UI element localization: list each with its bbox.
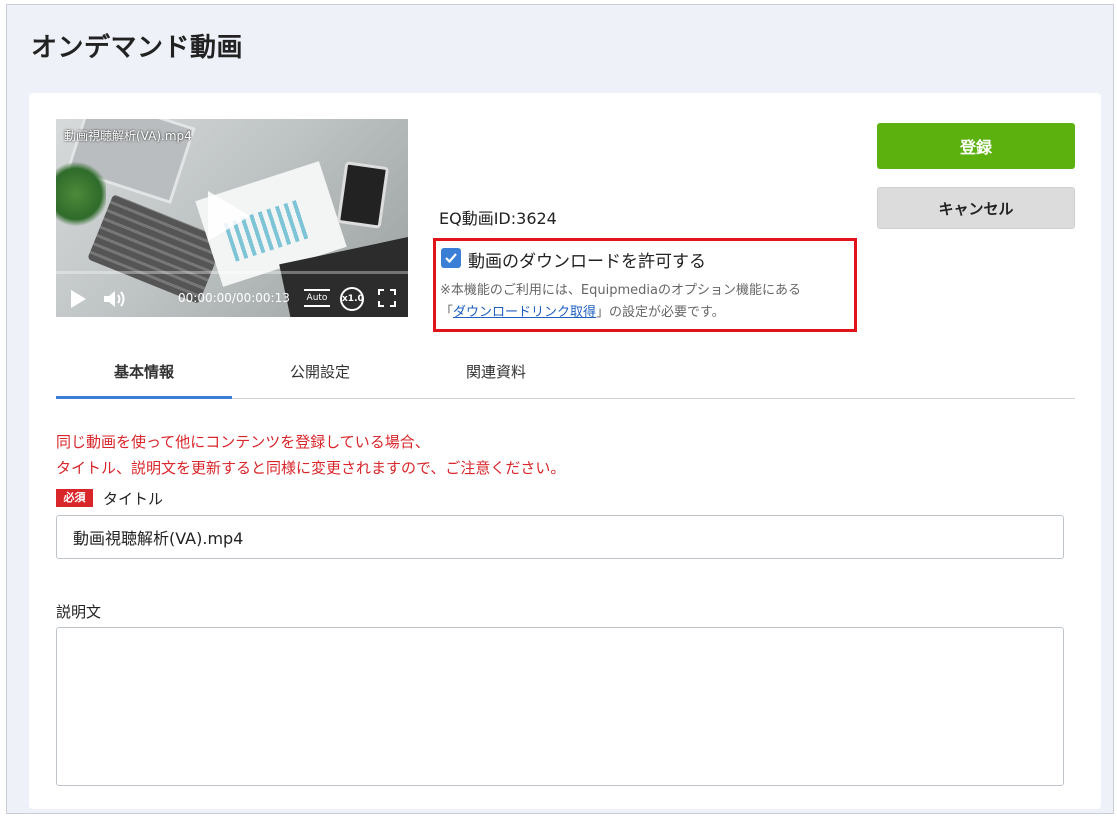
download-checkbox[interactable] xyxy=(441,248,461,268)
download-note-line2: 「ダウンロードリンク取得」の設定が必要です。 xyxy=(440,301,725,320)
register-button[interactable]: 登録 xyxy=(877,123,1075,169)
video-progress-bar[interactable] xyxy=(56,271,408,274)
video-time-display: 00:00:00/00:00:13 xyxy=(178,291,290,305)
tab-publish-settings[interactable]: 公開設定 xyxy=(232,355,408,399)
play-icon[interactable] xyxy=(71,290,86,308)
big-play-icon[interactable] xyxy=(208,191,250,241)
tab-bar: 基本情報 公開設定 関連資料 xyxy=(56,355,1075,399)
download-note-suffix: 」の設定が必要です。 xyxy=(596,305,725,320)
download-note-prefix: 「 xyxy=(440,305,454,320)
volume-icon[interactable] xyxy=(102,289,128,309)
download-checkbox-label[interactable]: 動画のダウンロードを許可する xyxy=(468,247,706,272)
download-link-setting-link[interactable]: ダウンロードリンク取得 xyxy=(453,305,596,320)
quality-icon[interactable]: Auto xyxy=(304,289,330,307)
video-file-name: 動画視聴解析(VA).mp4 xyxy=(64,129,192,143)
thumbnail-plant xyxy=(56,159,106,229)
required-badge: 必須 xyxy=(56,489,93,507)
video-controls: 00:00:00/00:00:13 Auto x1.0 xyxy=(56,279,408,317)
speed-icon[interactable]: x1.0 xyxy=(340,287,364,311)
fullscreen-icon[interactable] xyxy=(378,289,396,307)
thumbnail-phone xyxy=(336,161,390,229)
title-input[interactable] xyxy=(56,515,1064,559)
check-icon xyxy=(445,253,457,264)
page-frame: オンデマンド動画 動画視聴解析(VA).mp4 00:00:00/00:00:1… xyxy=(6,4,1114,814)
page-title: オンデマンド動画 xyxy=(31,33,244,63)
title-label: タイトル xyxy=(103,490,164,508)
description-label: 説明文 xyxy=(56,603,102,621)
content-card: 動画視聴解析(VA).mp4 00:00:00/00:00:13 Auto x1… xyxy=(29,93,1101,809)
description-textarea[interactable] xyxy=(56,627,1064,786)
warning-line-1: 同じ動画を使って他にコンテンツを登録している場合、 xyxy=(56,433,430,451)
download-note-line1: ※本機能のご利用には、Equipmediaのオプション機能にある xyxy=(440,283,801,298)
tab-basic-info[interactable]: 基本情報 xyxy=(56,355,232,399)
warning-line-2: タイトル、説明文を更新すると同様に変更されますので、ご注意ください。 xyxy=(56,459,566,477)
tab-related-materials[interactable]: 関連資料 xyxy=(408,355,584,399)
eq-video-id: EQ動画ID:3624 xyxy=(439,209,557,228)
download-permission-box: 動画のダウンロードを許可する ※本機能のご利用には、Equipmediaのオプシ… xyxy=(433,238,857,332)
video-player[interactable]: 動画視聴解析(VA).mp4 00:00:00/00:00:13 Auto x1… xyxy=(56,119,408,317)
cancel-button[interactable]: キャンセル xyxy=(877,187,1075,229)
